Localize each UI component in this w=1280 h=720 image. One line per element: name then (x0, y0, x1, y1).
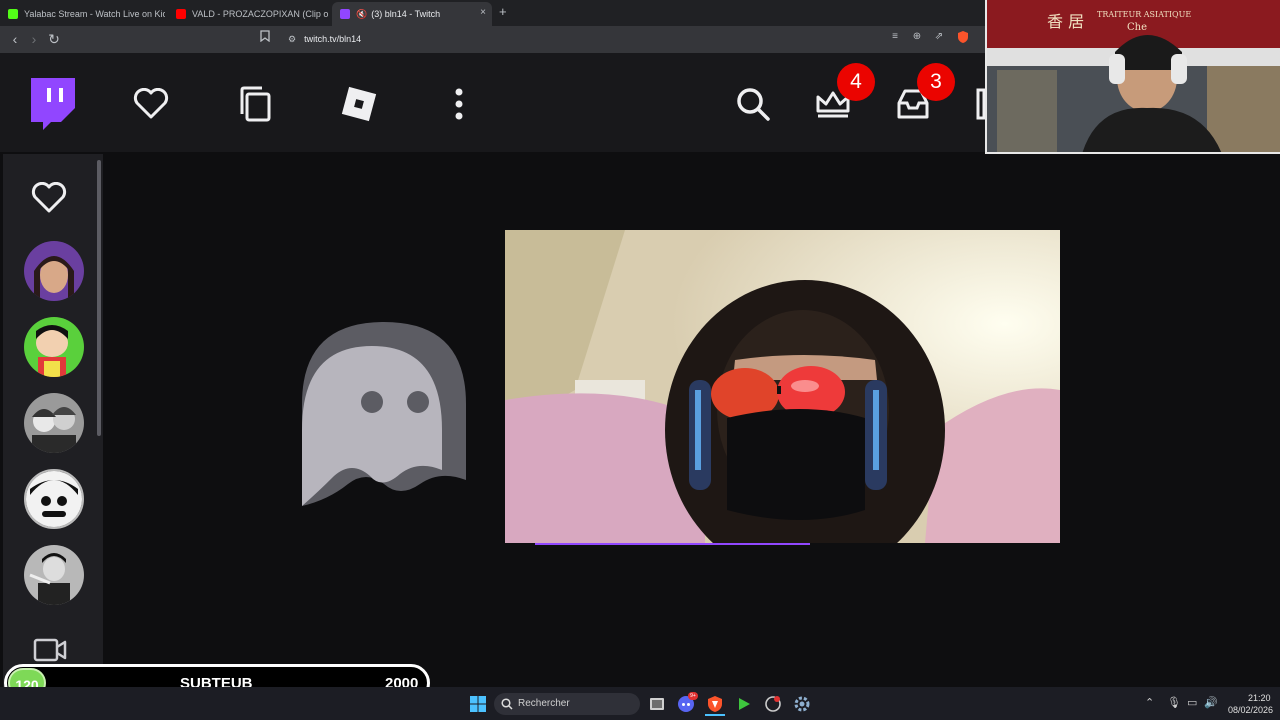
forward-icon[interactable]: › (25, 30, 43, 48)
sidebar-channel-avatar[interactable] (24, 241, 84, 301)
tab-kick[interactable]: Yalabac Stream - Watch Live on Kick (0, 2, 165, 26)
microphone-icon[interactable]: 🎙 (1167, 696, 1181, 709)
discord-badge: 9+ (688, 692, 698, 700)
inbox-badge[interactable]: 3 (917, 63, 955, 101)
stream-frame (505, 230, 1060, 543)
tab-youtube[interactable]: VALD - PROZACZOPIXAN (Clip officiel (168, 2, 328, 26)
browse-icon[interactable] (230, 79, 280, 129)
muted-icon[interactable]: 🔇 (356, 9, 367, 20)
sidebar-channel-avatar[interactable] (24, 393, 84, 453)
brave-active-indicator (705, 714, 725, 716)
bookmark-icon[interactable] (258, 30, 272, 44)
back-icon[interactable]: ‹ (6, 30, 24, 48)
streamer-webcam: 香 居 TRAITEUR ASIATIQUE Che (985, 0, 1280, 154)
url-text: twitch.tv/bln14 (304, 34, 362, 44)
sidebar-channel-avatar[interactable] (24, 469, 84, 529)
bits-icon[interactable] (966, 79, 986, 129)
share-icon[interactable]: ⇗ (932, 30, 946, 44)
task-view-icon[interactable] (645, 692, 669, 716)
windows-start-icon[interactable] (466, 692, 490, 716)
tab-twitch[interactable]: 🔇 (3) bln14 - Twitch × (332, 2, 492, 26)
tab-title: Yalabac Stream - Watch Live on Kick (24, 9, 165, 19)
sign-line2: Che (1127, 22, 1148, 33)
browser-toolbar: ‹ › ↻ ⚙ twitch.tv/bln14 ≡ ⊕ ⇗ (0, 26, 985, 53)
ghost-offline-icon (300, 320, 468, 515)
tray-chevron-icon[interactable]: ⌃ (1145, 696, 1154, 709)
reader-mode-icon[interactable]: ≡ (888, 30, 902, 44)
twitch-favicon-icon (340, 9, 350, 19)
sidebar-scrollbar[interactable] (97, 160, 101, 436)
stream-video-player[interactable] (505, 230, 1060, 543)
network-icon[interactable]: ▭ (1187, 696, 1197, 709)
sign-line1: TRAITEUR ASIATIQUE (1097, 10, 1192, 19)
brave-browser-icon[interactable] (703, 692, 727, 716)
roblox-icon[interactable] (334, 79, 384, 129)
media-player-icon[interactable] (732, 692, 756, 716)
sign-chinese: 香 居 (1047, 12, 1085, 31)
site-info-icon[interactable]: ⚙ (288, 34, 296, 44)
youtube-favicon-icon (176, 9, 186, 19)
clock-date[interactable]: 08/02/2026 (1228, 705, 1273, 715)
followed-heart-icon[interactable] (31, 181, 67, 219)
clock-time[interactable]: 21:20 (1248, 693, 1271, 703)
volume-icon[interactable]: 🔊 (1204, 696, 1218, 709)
url-field[interactable]: ⚙ twitch.tv/bln14 (280, 30, 980, 49)
brave-shield-icon[interactable] (956, 30, 970, 44)
zoom-icon[interactable]: ⊕ (910, 30, 924, 44)
close-tab-icon[interactable]: × (480, 7, 486, 18)
video-progress-bar (535, 543, 810, 545)
search-icon[interactable] (728, 79, 778, 129)
sidebar-channel-avatar[interactable] (24, 317, 84, 377)
sidebar-channel-avatar[interactable] (24, 545, 84, 605)
taskbar-search-icon (501, 697, 513, 715)
new-tab-button[interactable]: + (499, 4, 507, 19)
following-heart-icon[interactable] (126, 79, 176, 129)
notifications-badge[interactable]: 4 (837, 63, 875, 101)
taskbar-search-input[interactable]: Rechercher (494, 693, 640, 715)
more-options-icon[interactable] (434, 79, 484, 129)
tab-title: VALD - PROZACZOPIXAN (Clip officiel (192, 9, 328, 19)
app-icon[interactable] (761, 692, 785, 716)
windows-taskbar (0, 687, 1280, 720)
settings-gear-icon[interactable] (790, 692, 814, 716)
tab-title: (3) bln14 - Twitch (371, 9, 441, 19)
kick-favicon-icon (8, 9, 18, 19)
reload-icon[interactable]: ↻ (45, 30, 63, 48)
search-placeholder: Rechercher (518, 698, 570, 709)
twitch-logo-icon[interactable] (26, 78, 76, 130)
